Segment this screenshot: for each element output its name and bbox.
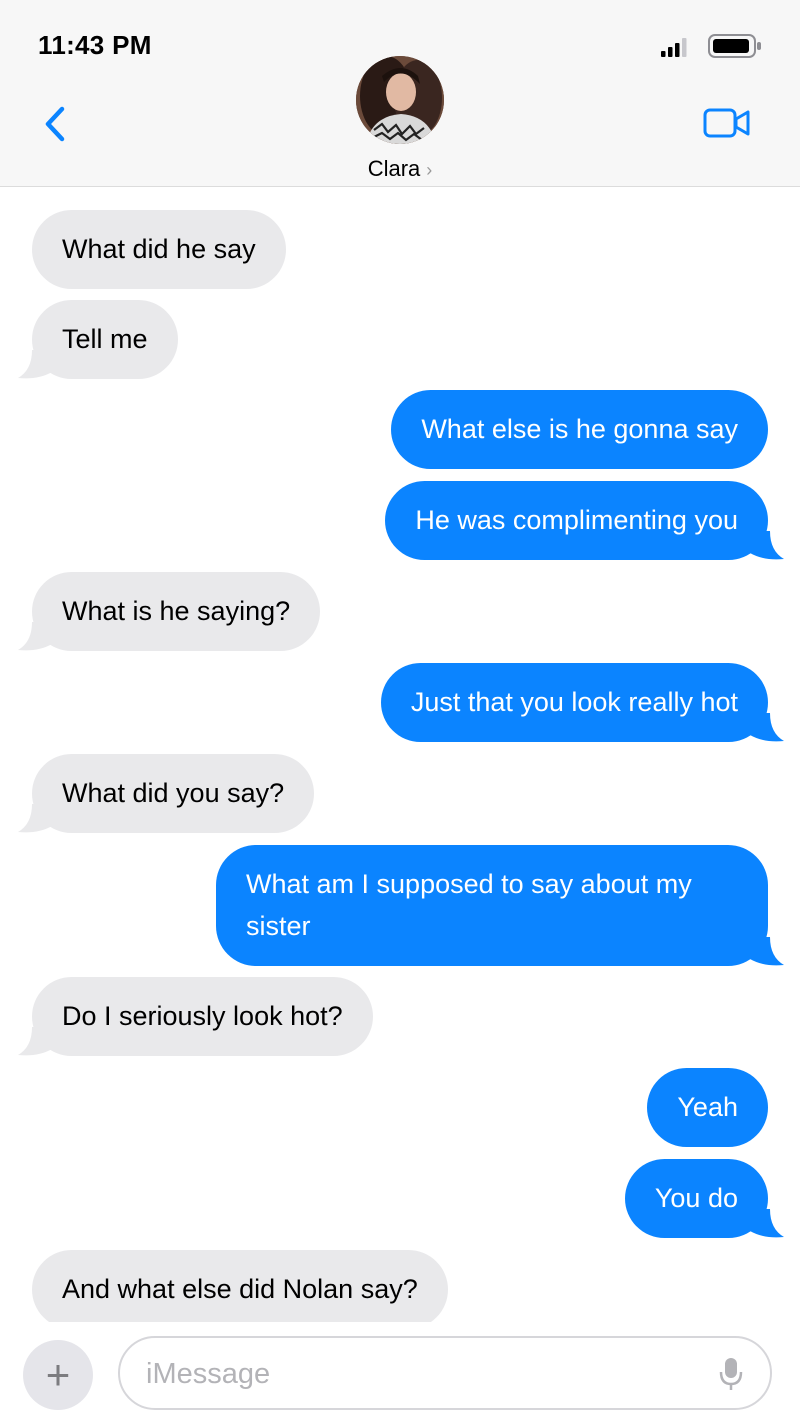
incoming-message[interactable]: Do I seriously look hot? [32,977,373,1056]
outgoing-message[interactable]: You do [624,1159,768,1238]
incoming-message[interactable]: What is he saying? [32,572,321,651]
video-camera-icon[interactable] [703,106,751,140]
contact-avatar[interactable] [356,56,444,144]
contact-name: Clara [367,156,421,181]
incoming-message[interactable]: Tell me [32,300,178,379]
bubble-tail [750,1209,784,1238]
bubble-tail [750,937,784,966]
contact-name-button[interactable]: Clara › [0,156,800,182]
incoming-message[interactable]: What did you say? [32,754,315,833]
add-attachment-button[interactable]: + [23,1340,93,1410]
bubble-tail [18,622,52,651]
bubble-tail [750,531,784,560]
outgoing-message[interactable]: Yeah [647,1068,768,1147]
message-composer: + [0,1322,800,1422]
message-thread[interactable]: What did he say Tell me What else is he … [0,188,800,1322]
contact-chevron: › [426,160,433,180]
incoming-message[interactable]: And what else did Nolan say? [32,1250,448,1322]
bubble-tail [750,713,784,742]
conversation-header: 11:43 PM Clara › [0,0,800,187]
outgoing-message[interactable]: He was complimenting you [385,481,768,560]
cellular-signal-icon [661,38,687,57]
back-chevron-icon[interactable] [40,104,70,144]
status-time: 11:43 PM [38,30,152,60]
bubble-tail [18,804,52,833]
message-input-container[interactable] [118,1336,772,1410]
microphone-icon[interactable] [718,1356,744,1392]
outgoing-message[interactable]: What am I supposed to say about my siste… [216,845,768,966]
bubble-tail [18,350,52,379]
battery-icon [708,34,761,58]
outgoing-message[interactable]: Just that you look really hot [380,663,768,742]
message-input[interactable] [146,1354,686,1394]
outgoing-message[interactable]: What else is he gonna say [391,390,768,469]
incoming-message[interactable]: What did he say [32,210,286,289]
avatar-photo [356,56,444,144]
bubble-tail [18,1027,52,1056]
